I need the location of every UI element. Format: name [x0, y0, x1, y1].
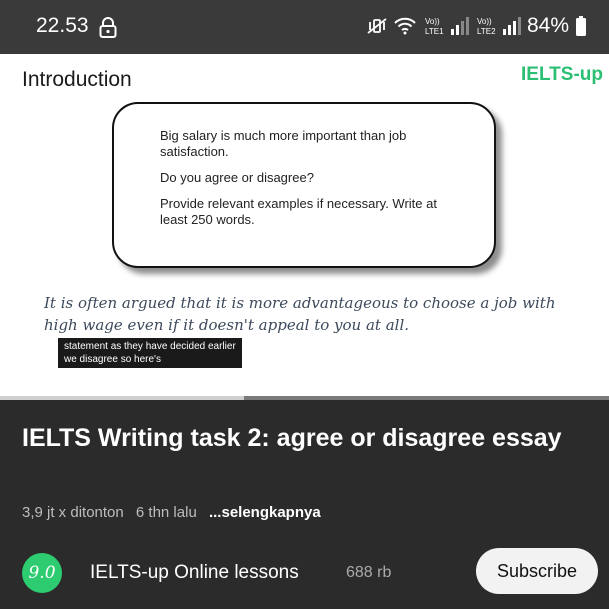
- volte-label: Vo)): [425, 17, 440, 26]
- essay-prompt-card: Big salary is much more important than j…: [112, 102, 496, 268]
- caption-line: statement as they have decided earlier: [64, 341, 236, 352]
- caption-line: we disagree so here's: [64, 354, 161, 365]
- mute-vibrate-icon: [367, 18, 387, 34]
- prompt-question: Do you agree or disagree?: [160, 170, 314, 185]
- status-bar: 22.53 Vo)) LTE1 Vo)) LTE2 84%: [0, 0, 609, 54]
- volte-lte1-signal-icon: Vo)) LTE1: [425, 17, 469, 36]
- brand-logo: IELTS-up: [521, 64, 603, 85]
- sim2-label: LTE2: [477, 27, 496, 36]
- prompt-instructions: Provide relevant examples if necessary. …: [160, 196, 437, 227]
- video-meta[interactable]: 3,9 jt x ditonton 6 thn lalu ...selengka…: [22, 504, 329, 521]
- channel-name[interactable]: IELTS-up Online lessons: [90, 562, 299, 584]
- subtitle-captions: statement as they have decided earlier w…: [58, 338, 242, 368]
- volte-label: Vo)): [477, 17, 492, 26]
- subscriber-count: 688 rb: [346, 564, 392, 581]
- sim1-label: LTE1: [425, 27, 444, 36]
- handwritten-text: It is often argued that it is more advan…: [44, 294, 556, 334]
- video-player[interactable]: Introduction IELTS-up Big salary is much…: [0, 54, 609, 400]
- prompt-statement: Big salary is much more important than j…: [160, 128, 407, 159]
- wifi-icon: [394, 17, 416, 35]
- view-count: 3,9 jt x ditonton: [22, 504, 124, 521]
- channel-avatar[interactable]: 9.0: [22, 553, 62, 593]
- subscribe-button[interactable]: Subscribe: [476, 548, 598, 594]
- clock: 22.53: [36, 14, 89, 37]
- battery-icon: [576, 16, 586, 36]
- video-info-panel: IELTS Writing task 2: agree or disagree …: [0, 400, 609, 609]
- lock-icon: [99, 17, 117, 38]
- slide-heading: Introduction: [22, 68, 132, 91]
- upload-age: 6 thn lalu: [135, 504, 197, 521]
- more-link[interactable]: ...selengkapnya: [209, 504, 321, 521]
- video-title[interactable]: IELTS Writing task 2: agree or disagree …: [22, 422, 592, 455]
- battery-percent: 84%: [526, 14, 569, 37]
- volte-lte2-signal-icon: Vo)) LTE2: [477, 17, 521, 36]
- status-icons: Vo)) LTE1 Vo)) LTE2 84%: [367, 14, 587, 38]
